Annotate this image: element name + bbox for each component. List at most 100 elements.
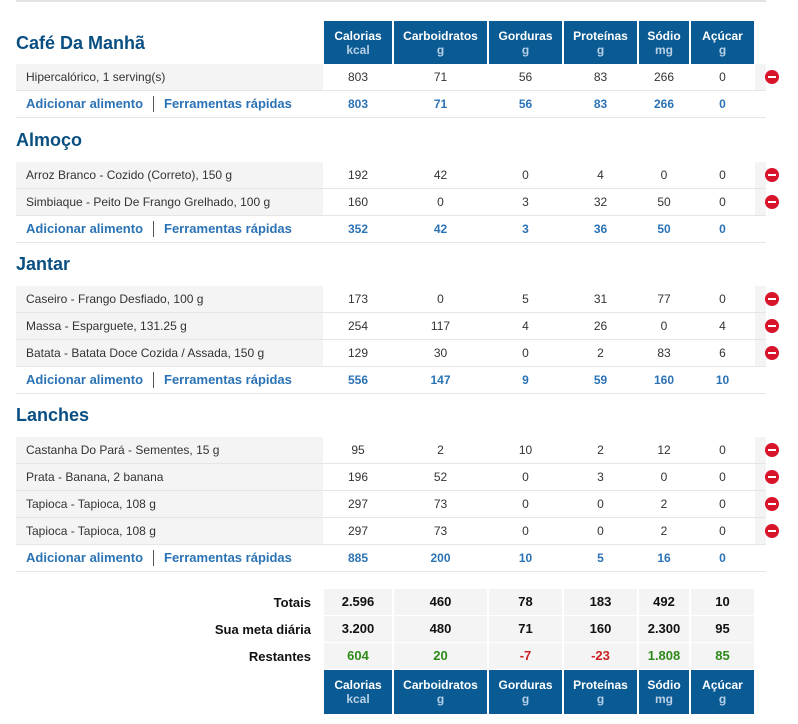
link-separator: [153, 96, 154, 112]
food-name[interactable]: Tapioca - Tapioca, 108 g: [26, 524, 156, 538]
column-header-label: Sódio: [647, 29, 681, 43]
food-row[interactable]: Massa - Esparguete, 131.25 g 254 117 4 26 0 4: [16, 313, 779, 340]
food-name[interactable]: Batata - Batata Doce Cozida / Assada, 15…: [26, 346, 264, 360]
value-fat: 4: [522, 319, 529, 333]
value-calories: 160: [347, 195, 369, 209]
column-header-sodium: Sódio mg: [639, 21, 689, 65]
column-header-label: Sódio: [647, 678, 681, 692]
delete-icon[interactable]: [765, 292, 779, 306]
value-sodium: 50: [657, 195, 671, 209]
add-food-link[interactable]: Adicionar alimento: [26, 221, 143, 236]
column-header-calories: Calorias kcal: [324, 21, 392, 65]
meal-total-calories: 556: [347, 373, 369, 387]
column-header-unit: g: [436, 43, 445, 57]
food-row[interactable]: Tapioca - Tapioca, 108 g 297 73 0 0 2 0: [16, 491, 779, 518]
value-fat: 0: [522, 524, 529, 538]
column-header-unit: kcal: [346, 692, 370, 706]
meal-title: Jantar: [16, 254, 71, 274]
delete-icon[interactable]: [765, 70, 779, 84]
delete-icon[interactable]: [765, 470, 779, 484]
column-header-unit: g: [521, 692, 530, 706]
quick-tools-link[interactable]: Ferramentas rápidas: [164, 221, 292, 236]
value-carbs: 117: [430, 319, 451, 333]
value-fat: 0: [522, 168, 529, 182]
value-calories: 95: [351, 443, 365, 457]
meal-summary-row: Adicionar alimento Ferramentas rápidas 556…: [16, 367, 766, 394]
total-protein: 183: [564, 589, 637, 615]
totals-label: Restantes: [248, 649, 311, 664]
column-header-label: Proteínas: [573, 678, 628, 692]
food-name[interactable]: Hipercalórico, 1 serving(s): [26, 70, 165, 84]
delete-icon[interactable]: [765, 168, 779, 182]
meal-total-sodium: 16: [657, 551, 671, 565]
total-fat: 71: [489, 616, 562, 642]
food-name[interactable]: Castanha Do Pará - Sementes, 15 g: [26, 443, 219, 457]
delete-icon[interactable]: [765, 346, 779, 360]
food-row[interactable]: Caseiro - Frango Desfiado, 100 g 173 0 5 31 7…: [16, 286, 779, 313]
food-row[interactable]: Castanha Do Pará - Sementes, 15 g 95 2 10 2 1…: [16, 437, 779, 464]
total-calories: 604: [324, 643, 392, 669]
value-calories: 297: [347, 524, 369, 538]
totals-row-totais: Totais 2.596 460 78 183 492 10: [16, 589, 766, 615]
value-sodium: 2: [660, 524, 668, 538]
add-food-link[interactable]: Adicionar alimento: [26, 96, 143, 111]
value-sodium: 83: [657, 346, 671, 360]
value-fat: 5: [522, 292, 529, 306]
food-name[interactable]: Simbiaque - Peito De Frango Grelhado, 10…: [26, 195, 270, 209]
column-header-label: Gorduras: [498, 29, 553, 43]
add-food-link[interactable]: Adicionar alimento: [26, 550, 143, 565]
value-calories: 129: [347, 346, 369, 360]
delete-icon[interactable]: [765, 195, 779, 209]
delete-icon[interactable]: [765, 443, 779, 457]
meal-total-fat: 56: [518, 97, 533, 111]
quick-tools-link[interactable]: Ferramentas rápidas: [164, 372, 292, 387]
food-row[interactable]: Prata - Banana, 2 banana 196 52 0 3 0 0: [16, 464, 779, 491]
food-row[interactable]: Arroz Branco - Cozido (Correto), 150 g 19…: [16, 162, 779, 189]
food-row[interactable]: Hipercalórico, 1 serving(s) 803 71 56 83 266 0: [16, 64, 779, 91]
quick-tools-link[interactable]: Ferramentas rápidas: [164, 550, 292, 565]
value-sugar: 0: [719, 70, 726, 84]
add-food-link[interactable]: Adicionar alimento: [26, 372, 143, 387]
total-sugar: 85: [691, 643, 754, 669]
total-sodium: 2.300: [639, 616, 689, 642]
delete-icon[interactable]: [765, 524, 779, 538]
food-name[interactable]: Tapioca - Tapioca, 108 g: [26, 497, 156, 511]
total-sodium: 492: [639, 589, 689, 615]
food-name[interactable]: Massa - Esparguete, 131.25 g: [26, 319, 187, 333]
value-calories: 803: [347, 70, 369, 84]
meal-title: Almoço: [16, 130, 83, 150]
link-separator: [153, 372, 154, 388]
delete-icon[interactable]: [765, 319, 779, 333]
total-sugar: 95: [691, 616, 754, 642]
value-fat: 56: [518, 70, 533, 84]
value-sugar: 0: [719, 497, 726, 511]
value-fat: 10: [518, 443, 533, 457]
value-carbs: 71: [433, 70, 448, 84]
food-row[interactable]: Simbiaque - Peito De Frango Grelhado, 10…: [16, 189, 779, 216]
column-header-protein: Proteínas g: [564, 21, 637, 65]
food-name[interactable]: Arroz Branco - Cozido (Correto), 150 g: [26, 168, 232, 182]
meal-total-calories: 352: [347, 222, 369, 236]
meal-total-carbs: 42: [433, 222, 448, 236]
food-row[interactable]: Batata - Batata Doce Cozida / Assada, 15…: [16, 340, 779, 367]
value-protein: 2: [597, 443, 604, 457]
meal-total-sodium: 266: [653, 97, 675, 111]
column-header-unit: g: [596, 692, 605, 706]
meal-total-protein: 36: [593, 222, 608, 236]
column-header-unit: g: [718, 43, 727, 57]
value-sodium: 266: [653, 70, 675, 84]
quick-tools-link[interactable]: Ferramentas rápidas: [164, 96, 292, 111]
food-name[interactable]: Prata - Banana, 2 banana: [26, 470, 163, 484]
meal-summary-row: Adicionar alimento Ferramentas rápidas 352…: [16, 216, 766, 243]
column-header-unit: g: [436, 692, 445, 706]
food-name[interactable]: Caseiro - Frango Desfiado, 100 g: [26, 292, 203, 306]
meal-total-sugar: 0: [719, 97, 726, 111]
value-fat: 3: [522, 195, 529, 209]
meal-total-sugar: 0: [719, 551, 726, 565]
meal-total-fat: 10: [518, 551, 533, 565]
value-sugar: 6: [719, 346, 726, 360]
value-carbs: 73: [433, 497, 448, 511]
delete-icon[interactable]: [765, 497, 779, 511]
food-row[interactable]: Tapioca - Tapioca, 108 g 297 73 0 0 2 0: [16, 518, 779, 545]
meal-total-carbs: 200: [430, 551, 451, 565]
